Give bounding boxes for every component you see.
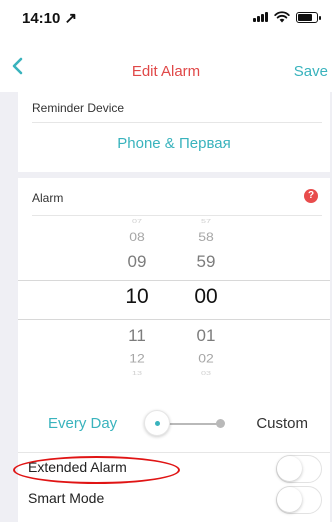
minute-option[interactable]: 01 [186, 326, 226, 346]
cellular-signal-icon [253, 12, 268, 22]
picker-selection-top [18, 280, 330, 281]
hour-option[interactable]: 11 [117, 326, 157, 346]
save-button[interactable]: Save [294, 63, 328, 80]
hour-option[interactable]: 09 [117, 252, 157, 272]
custom-label[interactable]: Custom [256, 415, 308, 432]
wifi-icon [274, 11, 290, 23]
repeat-row: Every Day Custom [18, 409, 330, 439]
repeat-slider-end [216, 419, 225, 428]
left-margin [0, 92, 18, 522]
hour-option[interactable]: 08 [117, 230, 157, 244]
nav-bar: Edit Alarm Save [0, 40, 332, 92]
minute-option[interactable]: 58 [186, 230, 226, 244]
hour-option[interactable]: 12 [117, 351, 157, 365]
reminder-device-value[interactable]: Phone & Первая [18, 135, 330, 152]
smart-mode-toggle[interactable] [276, 486, 322, 514]
every-day-label[interactable]: Every Day [48, 415, 117, 432]
battery-icon [296, 11, 321, 23]
divider [32, 122, 322, 123]
selected-hour[interactable]: 10 [117, 285, 157, 309]
reminder-device-card: Reminder Device Phone & Первая [18, 92, 330, 172]
smart-mode-label: Smart Mode [28, 490, 105, 506]
repeat-slider-knob[interactable] [144, 410, 170, 436]
hour-option[interactable]: 13 [117, 370, 157, 376]
minute-option[interactable]: 57 [186, 218, 226, 224]
page-title: Edit Alarm [131, 63, 201, 80]
selected-minute[interactable]: 00 [186, 285, 226, 309]
alarm-card: Alarm ? 07 57 08 58 09 59 10 00 11 01 12… [18, 178, 330, 522]
hour-option[interactable]: 07 [117, 218, 157, 224]
status-bar: 14:10 ↗ [0, 0, 332, 40]
picker-selection-bottom [18, 319, 330, 320]
smart-mode-row: Smart Mode [18, 485, 330, 515]
extended-alarm-row: Extended Alarm [18, 454, 330, 484]
reminder-device-label: Reminder Device [32, 101, 125, 115]
divider [18, 452, 330, 453]
extended-alarm-label: Extended Alarm [28, 459, 127, 475]
status-icons [253, 11, 321, 23]
minute-option[interactable]: 02 [186, 351, 226, 365]
minute-option[interactable]: 03 [186, 370, 226, 376]
time-picker[interactable]: 07 57 08 58 09 59 10 00 11 01 12 02 13 0… [18, 198, 330, 388]
status-time: 14:10 ↗ [22, 10, 78, 27]
repeat-slider-track[interactable] [168, 423, 223, 425]
extended-alarm-toggle[interactable] [276, 455, 322, 483]
minute-option[interactable]: 59 [186, 252, 226, 272]
